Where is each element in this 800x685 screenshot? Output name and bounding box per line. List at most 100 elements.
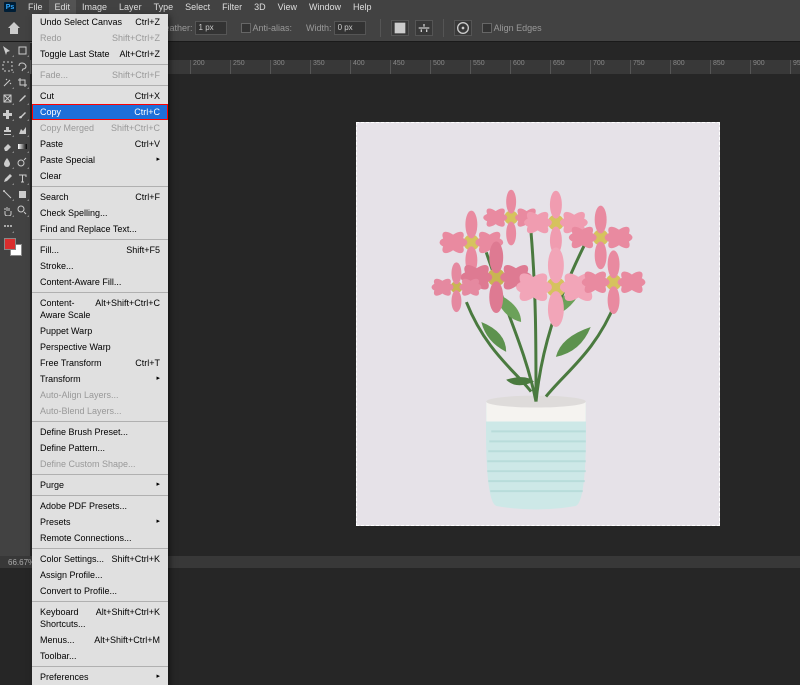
menu-item-shortcut: Ctrl+V <box>135 138 160 150</box>
zoom-tool[interactable] <box>15 202 30 218</box>
lasso-tool[interactable] <box>15 58 30 74</box>
menu-item-convert-to-profile[interactable]: Convert to Profile... <box>32 583 168 599</box>
align-label: Align Edges <box>494 23 542 33</box>
menu-item-cut[interactable]: CutCtrl+X <box>32 88 168 104</box>
menu-item-content-aware-scale[interactable]: Content-Aware ScaleAlt+Shift+Ctrl+C <box>32 295 168 323</box>
menu-item-label: Remote Connections... <box>40 532 132 544</box>
menu-item-label: Perspective Warp <box>40 341 111 353</box>
menu-item-auto-blend-layers: Auto-Blend Layers... <box>32 403 168 419</box>
blur-tool[interactable] <box>0 154 15 170</box>
gradient-tool[interactable] <box>15 138 30 154</box>
adjust-icon[interactable] <box>415 20 433 36</box>
wand-tool[interactable] <box>0 74 15 90</box>
menu-separator <box>32 239 168 240</box>
eyedropper-tool[interactable] <box>15 90 30 106</box>
heal-tool[interactable] <box>0 106 15 122</box>
menu-select[interactable]: Select <box>179 0 216 14</box>
image-document[interactable] <box>356 122 720 526</box>
dodge-tool[interactable] <box>15 154 30 170</box>
edit-toolbar-tool[interactable] <box>0 218 15 234</box>
menu-item-shortcut: Ctrl+F <box>135 191 160 203</box>
menu-item-transform[interactable]: Transform <box>32 371 168 387</box>
menu-item-define-pattern[interactable]: Define Pattern... <box>32 440 168 456</box>
menu-item-shortcut: Shift+Ctrl+C <box>111 122 160 134</box>
ruler-tick: 750 <box>630 60 670 74</box>
menu-item-keyboard-shortcuts[interactable]: Keyboard Shortcuts...Alt+Shift+Ctrl+K <box>32 604 168 632</box>
move-tool[interactable] <box>0 42 15 58</box>
menu-item-undo-select-canvas[interactable]: Undo Select CanvasCtrl+Z <box>32 14 168 30</box>
menu-item-label: Auto-Align Layers... <box>40 389 119 401</box>
menu-item-fill[interactable]: Fill...Shift+F5 <box>32 242 168 258</box>
menu-item-label: Assign Profile... <box>40 569 103 581</box>
color-swatches[interactable] <box>4 238 24 258</box>
select-subject-icon[interactable] <box>391 20 409 36</box>
menu-item-label: Content-Aware Fill... <box>40 276 121 288</box>
menu-item-content-aware-fill[interactable]: Content-Aware Fill... <box>32 274 168 290</box>
menu-window[interactable]: Window <box>303 0 347 14</box>
menu-layer[interactable]: Layer <box>113 0 148 14</box>
menu-item-purge[interactable]: Purge <box>32 477 168 493</box>
menu-item-assign-profile[interactable]: Assign Profile... <box>32 567 168 583</box>
feather-input[interactable] <box>195 21 227 35</box>
fg-color[interactable] <box>4 238 16 250</box>
artboard-tool[interactable] <box>15 42 30 58</box>
menu-item-paste-special[interactable]: Paste Special <box>32 152 168 168</box>
menu-item-label: Search <box>40 191 69 203</box>
menu-filter[interactable]: Filter <box>216 0 248 14</box>
shape-tool[interactable] <box>15 186 30 202</box>
refine-icon[interactable] <box>454 20 472 36</box>
menu-item-copy[interactable]: CopyCtrl+C <box>32 104 168 120</box>
menu-help[interactable]: Help <box>347 0 378 14</box>
history-tool[interactable] <box>15 122 30 138</box>
align-checkbox[interactable] <box>482 23 492 33</box>
menu-type[interactable]: Type <box>148 0 180 14</box>
menu-item-shortcut: Ctrl+X <box>135 90 160 102</box>
menu-item-toolbar[interactable]: Toolbar... <box>32 648 168 664</box>
menu-item-find-and-replace-text[interactable]: Find and Replace Text... <box>32 221 168 237</box>
menu-item-adobe-pdf-presets[interactable]: Adobe PDF Presets... <box>32 498 168 514</box>
menu-3d[interactable]: 3D <box>248 0 272 14</box>
brush-tool[interactable] <box>15 106 30 122</box>
menu-image[interactable]: Image <box>76 0 113 14</box>
marquee-tool[interactable] <box>0 58 15 74</box>
menu-item-stroke[interactable]: Stroke... <box>32 258 168 274</box>
stamp-tool[interactable] <box>0 122 15 138</box>
menu-item-remote-connections[interactable]: Remote Connections... <box>32 530 168 546</box>
menu-item-define-brush-preset[interactable]: Define Brush Preset... <box>32 424 168 440</box>
menu-item-check-spelling[interactable]: Check Spelling... <box>32 205 168 221</box>
separator <box>443 19 444 37</box>
menu-item-toggle-last-state[interactable]: Toggle Last StateAlt+Ctrl+Z <box>32 46 168 62</box>
menu-item-color-settings[interactable]: Color Settings...Shift+Ctrl+K <box>32 551 168 567</box>
crop-tool[interactable] <box>15 74 30 90</box>
menu-item-label: Define Pattern... <box>40 442 105 454</box>
ruler-tick: 350 <box>310 60 350 74</box>
menu-file[interactable]: File <box>22 0 49 14</box>
width-input[interactable] <box>334 21 366 35</box>
frame-tool[interactable] <box>0 90 15 106</box>
path-tool[interactable] <box>0 186 15 202</box>
antialias-label: Anti-alias: <box>253 23 293 33</box>
menu-item-perspective-warp[interactable]: Perspective Warp <box>32 339 168 355</box>
menu-item-paste[interactable]: PasteCtrl+V <box>32 136 168 152</box>
hand-tool[interactable] <box>0 202 15 218</box>
eraser-tool[interactable] <box>0 138 15 154</box>
menu-item-clear[interactable]: Clear <box>32 168 168 184</box>
menu-item-preferences[interactable]: Preferences <box>32 669 168 685</box>
pen-tool[interactable] <box>0 170 15 186</box>
menu-item-fade: Fade...Shift+Ctrl+F <box>32 67 168 83</box>
home-icon[interactable] <box>6 20 22 36</box>
menu-item-free-transform[interactable]: Free TransformCtrl+T <box>32 355 168 371</box>
menu-item-label: Keyboard Shortcuts... <box>40 606 96 630</box>
menu-item-shortcut: Shift+Ctrl+K <box>111 553 160 565</box>
menu-separator <box>32 495 168 496</box>
type-tool[interactable] <box>15 170 30 186</box>
width-field: Width: <box>302 21 370 35</box>
menu-separator <box>32 601 168 602</box>
menu-item-search[interactable]: Search Ctrl+F <box>32 189 168 205</box>
menu-view[interactable]: View <box>272 0 303 14</box>
antialias-checkbox[interactable] <box>241 23 251 33</box>
menu-item-menus[interactable]: Menus...Alt+Shift+Ctrl+M <box>32 632 168 648</box>
menu-item-puppet-warp[interactable]: Puppet Warp <box>32 323 168 339</box>
menu-item-presets[interactable]: Presets <box>32 514 168 530</box>
menu-edit[interactable]: Edit <box>49 0 77 14</box>
